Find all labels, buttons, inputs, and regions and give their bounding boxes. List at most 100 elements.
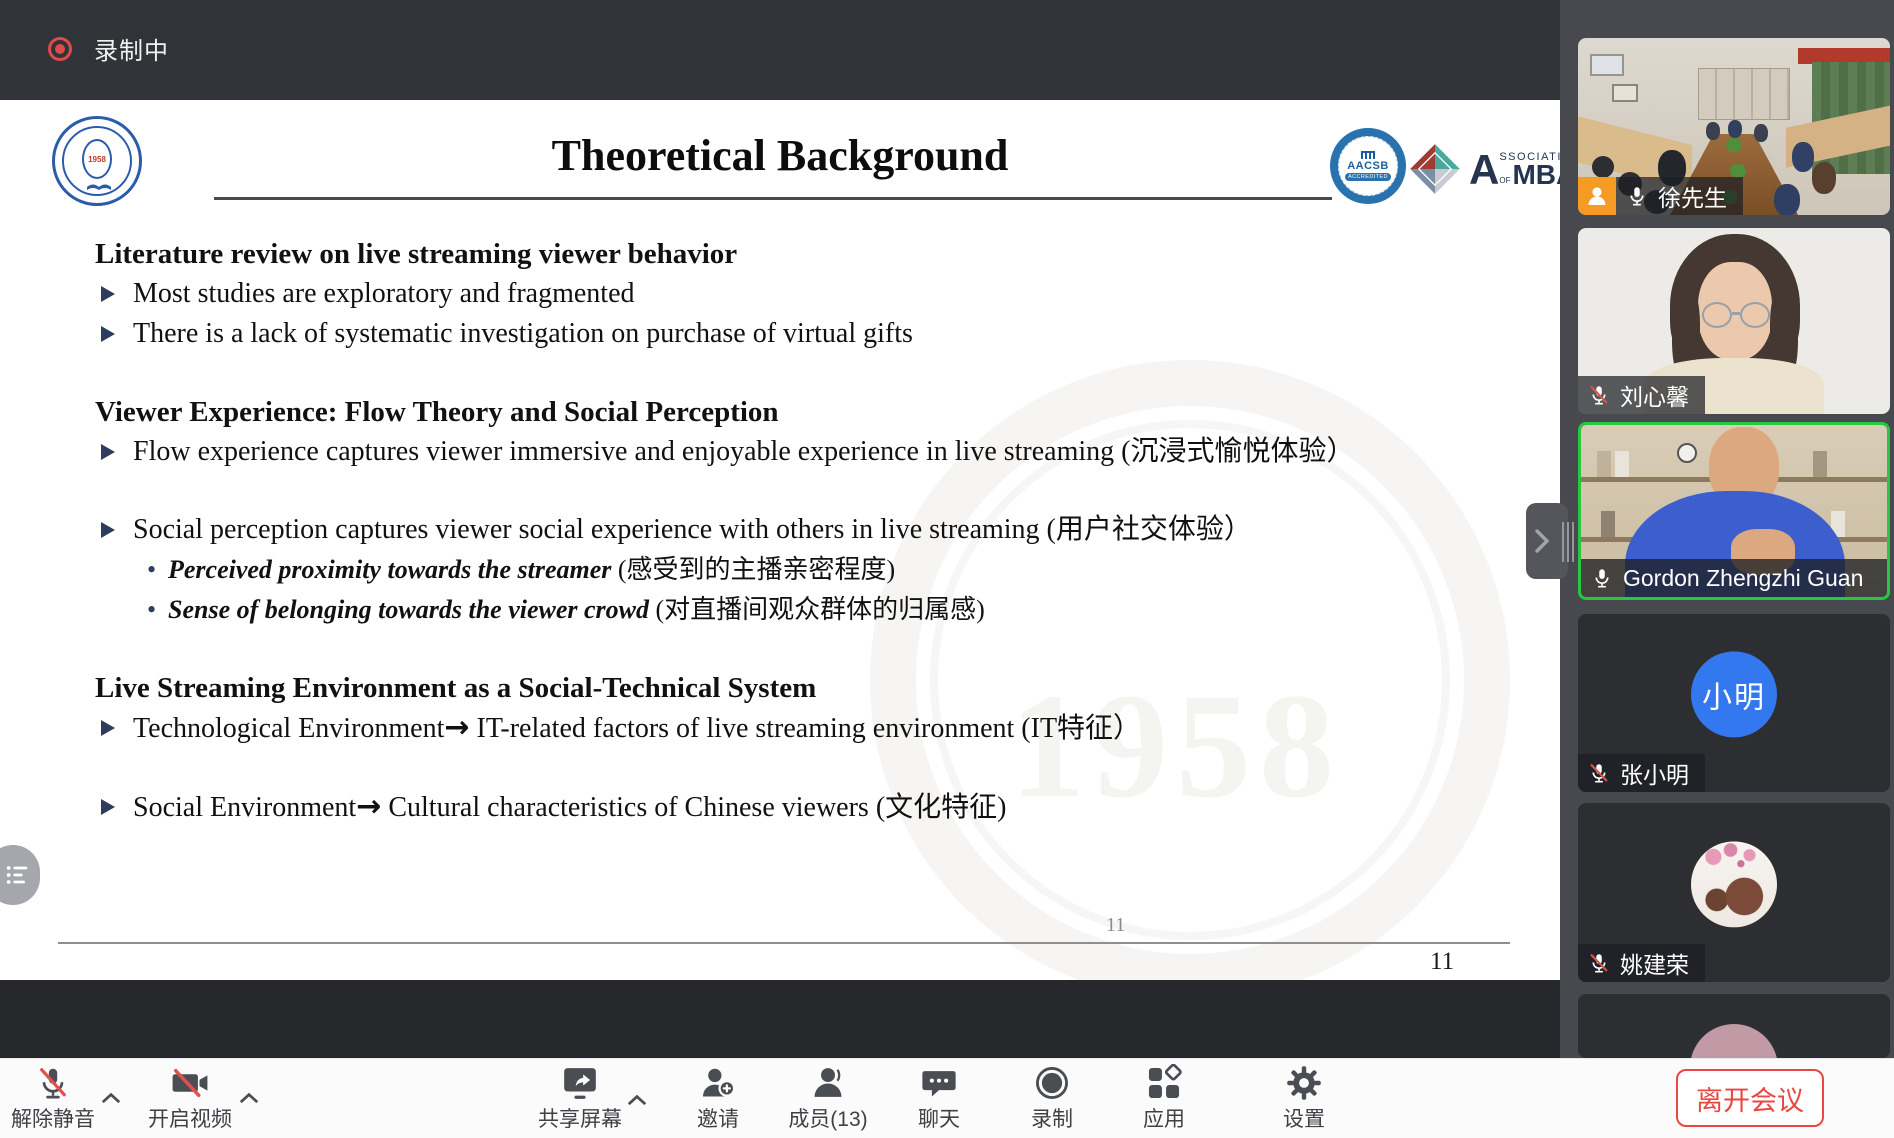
- arrowhead-bullet-icon: [101, 444, 115, 460]
- top-bar: 录制中: [0, 0, 1560, 100]
- bullet-item: Technological Environment→ IT-related fa…: [95, 708, 1461, 749]
- aacsb-label: AACSB: [1347, 160, 1389, 172]
- share-screen-button[interactable]: 共享屏幕: [520, 1064, 640, 1133]
- aacsb-badge: AACSB ACCREDITED: [1330, 128, 1406, 204]
- clock-icon: [1677, 443, 1697, 463]
- glasses-icon: [1702, 302, 1732, 328]
- amba-logo: A SSOCIATION OF MBA S: [1408, 142, 1560, 196]
- start-video-button[interactable]: 开启视频: [130, 1064, 250, 1133]
- unmute-button[interactable]: 解除静音: [0, 1064, 113, 1133]
- amba-a-label: A: [1469, 153, 1499, 187]
- participant-label: 姚建荣: [1578, 944, 1705, 982]
- chat-bubble-icon: [920, 1064, 958, 1102]
- recording-label: 录制中: [94, 31, 169, 66]
- section-heading: Viewer Experience: Flow Theory and Socia…: [95, 392, 1461, 432]
- chevron-up-icon: [238, 1091, 260, 1105]
- participants-panel: 徐先生: [1560, 0, 1894, 1058]
- right-arrow-icon: →: [356, 789, 381, 824]
- participant-tile[interactable]: 姚建荣: [1578, 803, 1890, 982]
- participant-name: 徐先生: [1658, 179, 1727, 213]
- mic-muted-icon: [35, 1064, 71, 1102]
- participant-name: 刘心馨: [1620, 378, 1689, 412]
- slide-body: Literature review on live streaming view…: [95, 234, 1461, 828]
- section-heading: Literature review on live streaming view…: [95, 234, 1461, 274]
- unmute-options-chevron[interactable]: [100, 1091, 122, 1110]
- avatar: 小明: [1691, 651, 1777, 737]
- chevron-right-icon: [1533, 528, 1551, 554]
- mic-on-icon: [1626, 185, 1648, 207]
- list-icon: [4, 861, 32, 889]
- chevron-up-icon: [626, 1093, 648, 1107]
- person-icon: [1585, 184, 1609, 208]
- record-circle-icon: [1033, 1064, 1071, 1102]
- leave-meeting-button[interactable]: 离开会议: [1676, 1069, 1824, 1127]
- bullet-item: Most studies are exploratory and fragmen…: [95, 274, 1461, 314]
- camera-muted-icon: [170, 1064, 210, 1102]
- invite-button[interactable]: 邀请: [658, 1064, 778, 1133]
- arrowhead-bullet-icon: [101, 522, 115, 538]
- slide-title: Theoretical Background: [0, 130, 1560, 181]
- members-icon: [809, 1064, 847, 1102]
- gear-icon: [1285, 1064, 1323, 1102]
- invite-person-icon: [699, 1064, 737, 1102]
- amba-mba-label: MBA: [1512, 163, 1560, 187]
- slide-page-number: 11: [1430, 948, 1454, 976]
- apps-button[interactable]: 应用: [1104, 1064, 1224, 1133]
- section-heading: Live Streaming Environment as a Social-T…: [95, 668, 1461, 708]
- room-window: [1590, 54, 1624, 76]
- bullet-item: Social perception captures viewer social…: [95, 510, 1461, 550]
- arrowhead-bullet-icon: [101, 326, 115, 342]
- participant-name: 姚建荣: [1620, 946, 1689, 980]
- title-underline: [214, 197, 1332, 200]
- shared-screen-slide: 1958 1958 Theoretical Background AACSB A…: [0, 100, 1560, 980]
- record-button[interactable]: 录制: [992, 1064, 1112, 1133]
- amba-of-label: OF: [1499, 176, 1510, 185]
- participant-tile[interactable]: 刘心馨: [1578, 228, 1890, 414]
- sub-bullet-item: Sense of belonging towards the viewer cr…: [95, 590, 1461, 630]
- recording-indicator: 录制中: [48, 31, 169, 66]
- participant-label: 徐先生: [1616, 177, 1743, 215]
- avatar: [1691, 841, 1777, 927]
- room-cabinet: [1698, 68, 1790, 120]
- sub-bullet-item: Perceived proximity towards the streamer…: [95, 550, 1461, 590]
- share-screen-icon: [560, 1064, 600, 1102]
- video-options-chevron[interactable]: [238, 1091, 260, 1110]
- meeting-window: 录制中 1958 1958 Theoretical Background AAC…: [0, 0, 1894, 1138]
- bullet-item: There is a lack of systematic investigat…: [95, 314, 1461, 354]
- mic-on-icon: [1591, 567, 1613, 589]
- aacsb-accredited-label: ACCREDITED: [1345, 173, 1391, 181]
- bullet-item: Flow experience captures viewer immersiv…: [95, 432, 1461, 472]
- arrowhead-bullet-icon: [101, 286, 115, 302]
- right-arrow-icon: →: [444, 710, 469, 745]
- panel-resize-handle[interactable]: [1562, 522, 1574, 562]
- share-options-chevron[interactable]: [626, 1093, 648, 1112]
- slide-footer-rule: [58, 942, 1510, 944]
- amba-diamond-icon: [1408, 142, 1462, 196]
- recording-dot-icon: [48, 37, 72, 61]
- participant-label: Gordon Zhengzhi Guan: [1581, 559, 1887, 597]
- apps-grid-icon: [1145, 1064, 1183, 1102]
- bottom-toolbar: 解除静音 开启视频 共享屏幕: [0, 1058, 1894, 1138]
- chat-button[interactable]: 聊天: [879, 1064, 999, 1133]
- bullet-item: Social Environment→ Cultural characteris…: [95, 787, 1461, 828]
- participant-tile-partial[interactable]: [1578, 994, 1890, 1058]
- slide-inner-page-number: 11: [1106, 914, 1125, 937]
- participant-label: 张小明: [1578, 754, 1705, 792]
- avatar: [1690, 1024, 1778, 1058]
- participant-name: Gordon Zhengzhi Guan: [1623, 565, 1863, 592]
- room-frame: [1612, 84, 1638, 102]
- participant-tile-speaking[interactable]: Gordon Zhengzhi Guan: [1578, 422, 1890, 600]
- participant-name: 张小明: [1620, 756, 1689, 790]
- participant-tile[interactable]: 小明 张小明: [1578, 614, 1890, 792]
- mic-muted-icon: [1588, 762, 1610, 784]
- aacsb-pillar-icon: [1361, 151, 1375, 159]
- arrowhead-bullet-icon: [101, 799, 115, 815]
- avatar-badge: [1578, 177, 1616, 215]
- chevron-up-icon: [100, 1091, 122, 1105]
- participant-tile-room[interactable]: 徐先生: [1578, 38, 1890, 215]
- settings-button[interactable]: 设置: [1244, 1064, 1364, 1133]
- arrowhead-bullet-icon: [101, 720, 115, 736]
- mic-muted-icon: [1588, 952, 1610, 974]
- members-button[interactable]: 成员(13): [768, 1064, 888, 1133]
- letterbox-strip: [0, 980, 1560, 1058]
